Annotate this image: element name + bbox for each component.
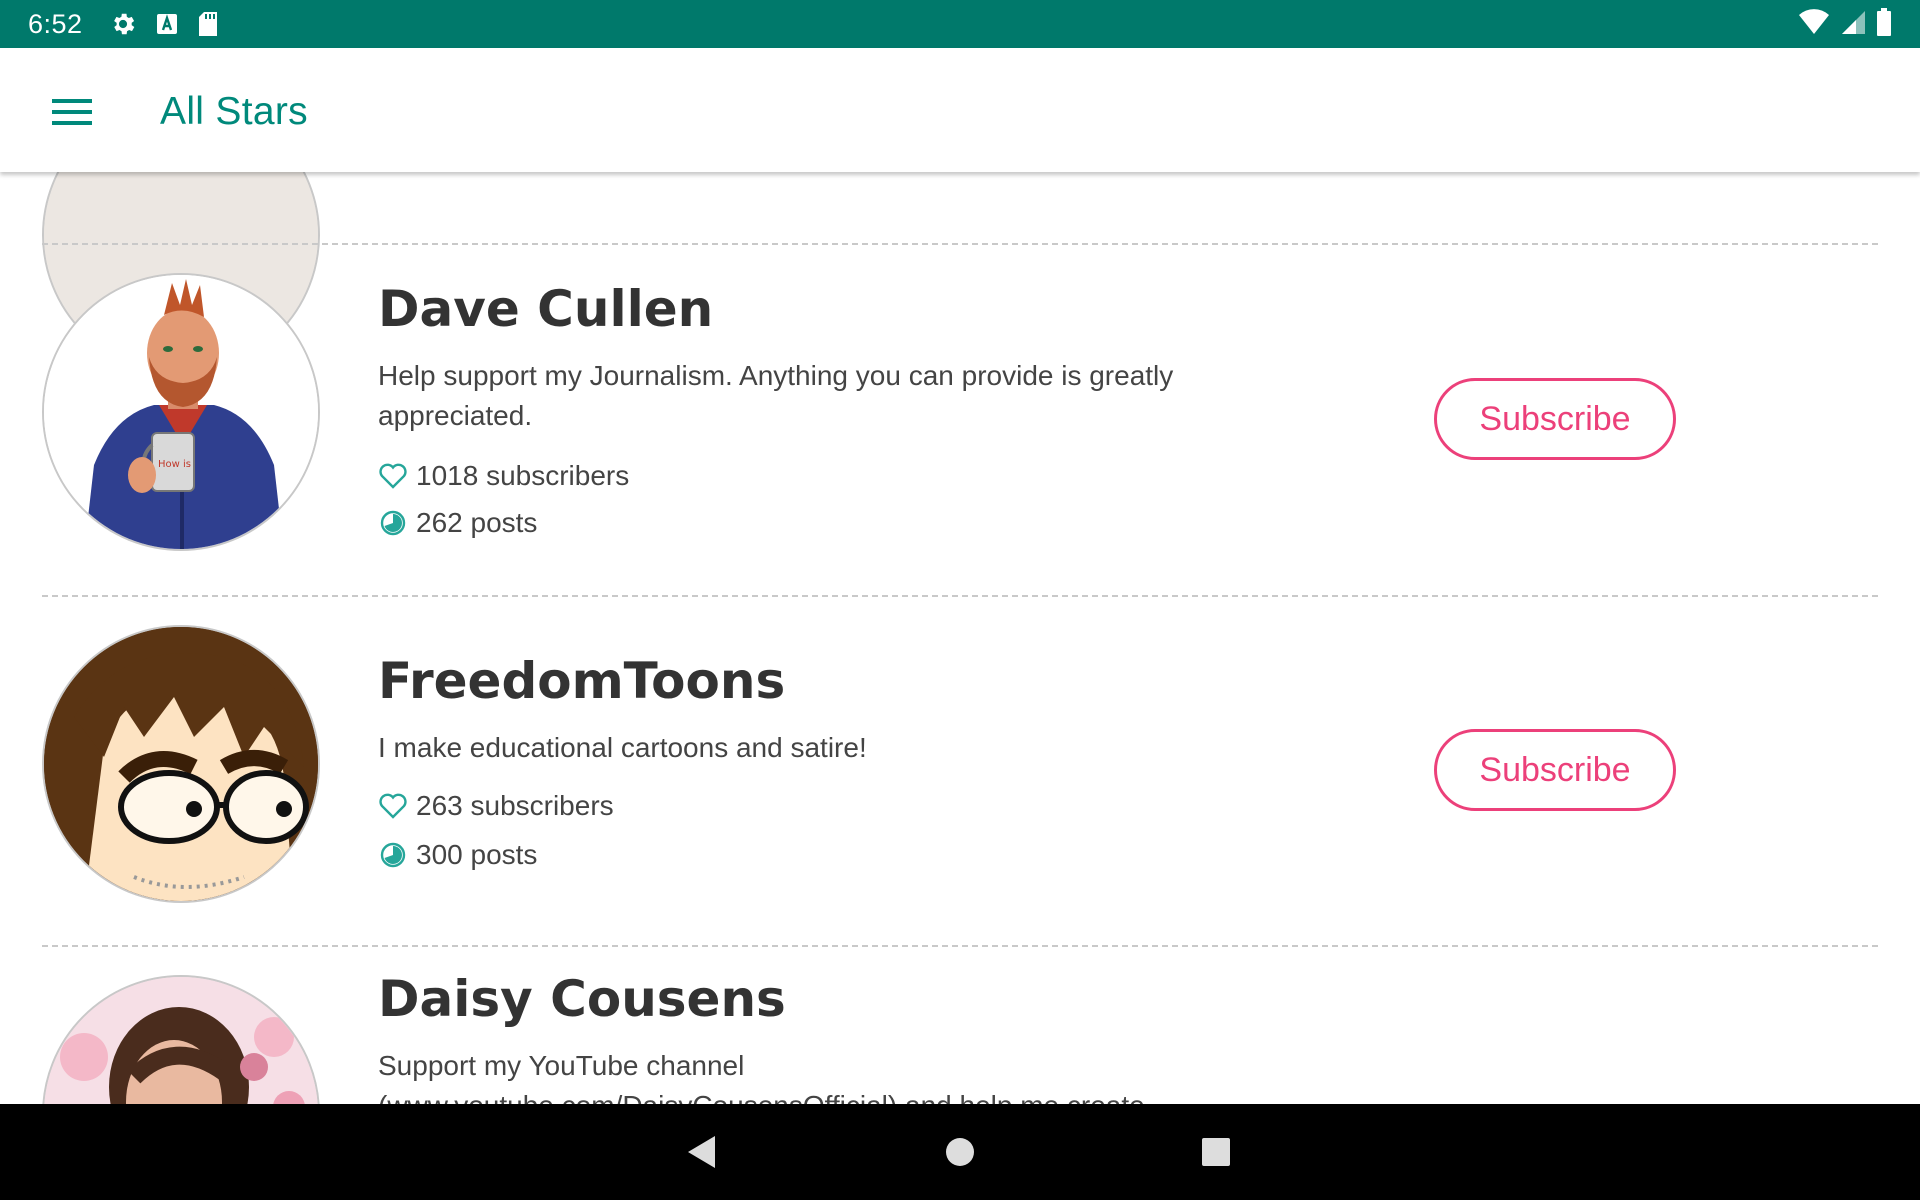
wifi-icon	[1798, 8, 1830, 40]
home-icon[interactable]	[934, 1126, 986, 1178]
page-title: All Stars	[160, 90, 308, 133]
status-bar: 6:52	[0, 0, 1920, 48]
a-badge-icon	[155, 8, 179, 40]
post-count-label: 262 posts	[416, 507, 538, 538]
battery-icon	[1876, 7, 1892, 41]
pie-chart-icon	[378, 508, 408, 538]
heart-icon	[378, 461, 408, 491]
star-list[interactable]: GN	[0, 172, 1920, 1104]
subscriber-count: 1018 subscribers	[378, 460, 629, 492]
star-description: Support my YouTube channel (www.youtube.…	[378, 1050, 1145, 1104]
divider	[42, 595, 1878, 597]
avatar[interactable]	[42, 975, 320, 1104]
subscriber-count-label: 1018 subscribers	[416, 460, 630, 491]
hamburger-menu-icon[interactable]	[44, 92, 100, 132]
subscribe-button[interactable]: Subscribe	[1434, 378, 1676, 460]
cell-signal-icon	[1840, 9, 1866, 40]
gear-icon	[109, 8, 137, 40]
post-count: 300 posts	[378, 839, 537, 871]
recents-icon[interactable]	[1190, 1126, 1242, 1178]
sd-card-icon	[197, 8, 219, 40]
star-description: Help support my Journalism. Anything you…	[378, 360, 1174, 431]
status-right	[1798, 7, 1892, 41]
navigation-bar	[0, 1104, 1920, 1200]
pie-chart-icon	[378, 840, 408, 870]
app-bar: All Stars	[0, 48, 1920, 172]
heart-icon	[378, 791, 408, 821]
svg-text:How is: How is	[158, 459, 191, 470]
screen: 6:52 All Stars How is Dave Cullen Help s…	[0, 0, 1920, 1200]
post-count: 262 posts	[378, 507, 537, 539]
star-name[interactable]: Daisy Cousens	[378, 970, 786, 1028]
star-description: I make educational cartoons and satire!	[378, 732, 867, 763]
back-icon[interactable]	[676, 1126, 728, 1178]
avatar[interactable]: How is	[42, 273, 320, 551]
star-name[interactable]: Dave Cullen	[378, 280, 713, 338]
status-time: 6:52	[28, 8, 83, 39]
star-name[interactable]: FreedomToons	[378, 652, 785, 710]
subscriber-count: 263 subscribers	[378, 790, 614, 822]
post-count-label: 300 posts	[416, 839, 538, 870]
subscribe-button[interactable]: Subscribe	[1434, 729, 1676, 811]
divider	[42, 945, 1878, 947]
subscriber-count-label: 263 subscribers	[416, 790, 614, 821]
avatar[interactable]	[42, 625, 320, 903]
divider	[42, 243, 1878, 245]
